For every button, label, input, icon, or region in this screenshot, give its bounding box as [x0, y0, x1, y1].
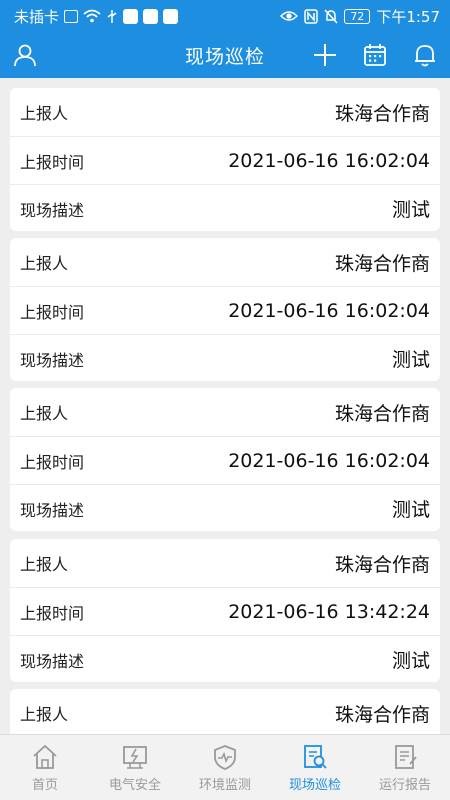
- reporter-row: 上报人 珠海合作商: [10, 238, 440, 286]
- status-left: 未插卡: [14, 6, 280, 27]
- tab-site-inspection[interactable]: 现场巡检: [270, 735, 360, 800]
- home-icon: [33, 744, 57, 769]
- report-time-label: 上报时间: [20, 302, 85, 322]
- tab-operation-report[interactable]: 运行报告: [360, 735, 450, 800]
- record-card[interactable]: 上报人 珠海合作商 上报时间 2021-06-16 13:42:24 现场描述 …: [10, 539, 440, 682]
- description-label: 现场描述: [20, 651, 85, 671]
- reporter-label: 上报人: [20, 104, 69, 123]
- record-card[interactable]: 上报人 珠海合作商 上报时间 2021-06-16 16:02:04 现场描述 …: [10, 238, 440, 381]
- tab-electric-safety[interactable]: 电气安全: [90, 735, 180, 800]
- add-button[interactable]: [311, 41, 339, 69]
- record-card[interactable]: 上报人 珠海合作商: [10, 689, 440, 734]
- description-row: 现场描述 测试: [10, 484, 440, 532]
- description-label: 现场描述: [20, 500, 85, 520]
- reporter-label: 上报人: [20, 254, 69, 273]
- status-bar: 未插卡 72 下午1:57: [0, 0, 450, 32]
- report-time-row: 上报时间 2021-06-16 16:02:04: [10, 286, 440, 334]
- report-time-row: 上报时间 2021-06-16 13:42:24: [10, 587, 440, 635]
- description-row: 现场描述 测试: [10, 184, 440, 232]
- shield-app-icon: [123, 8, 139, 24]
- tab-environment-monitoring-label: 环境监测: [198, 778, 251, 793]
- report-time-value: 2021-06-16 16:02:04: [228, 299, 430, 322]
- reporter-value: 珠海合作商: [334, 252, 430, 275]
- reporter-label: 上报人: [20, 555, 69, 574]
- carrier-text: 未插卡: [14, 7, 60, 26]
- clock-text: 下午1:57: [376, 7, 440, 26]
- report-time-value: 2021-06-16 16:02:04: [228, 149, 430, 172]
- reporter-label: 上报人: [20, 404, 69, 423]
- reporter-row: 上报人 珠海合作商: [10, 88, 440, 136]
- mail-app-icon: [143, 8, 159, 24]
- description-row: 现场描述 测试: [10, 635, 440, 683]
- tab-home-label: 首页: [31, 778, 58, 793]
- reporter-row: 上报人 珠海合作商: [10, 388, 440, 436]
- nfc-icon: [304, 8, 319, 24]
- app-header: 现场巡检: [0, 32, 450, 78]
- reporter-value: 珠海合作商: [334, 402, 430, 425]
- sim-icon: [64, 9, 79, 23]
- user-icon: [14, 44, 36, 67]
- reporter-value: 珠海合作商: [334, 102, 430, 125]
- description-label: 现场描述: [20, 200, 85, 220]
- calendar-button[interactable]: [361, 41, 389, 69]
- video-app-icon: [163, 8, 179, 24]
- record-card[interactable]: 上报人 珠海合作商 上报时间 2021-06-16 16:02:04 现场描述 …: [10, 388, 440, 531]
- reporter-value: 珠海合作商: [334, 703, 430, 726]
- notification-button[interactable]: [411, 41, 439, 69]
- bottom-tab-bar: 首页 电气安全 环境监测 现场巡检 运行报告: [0, 734, 450, 800]
- report-icon: [395, 745, 417, 769]
- battery-indicator: 72: [344, 8, 371, 24]
- reporter-value: 珠海合作商: [334, 553, 430, 576]
- eye-icon: [280, 11, 299, 21]
- plus-icon: [314, 44, 336, 66]
- mute-bell-icon: [324, 8, 338, 24]
- description-row: 现场描述 测试: [10, 334, 440, 382]
- reporter-row: 上报人 珠海合作商: [10, 539, 440, 587]
- reporter-row: 上报人 珠海合作商: [10, 689, 440, 734]
- description-value: 测试: [391, 199, 430, 221]
- record-card[interactable]: 上报人 珠海合作商 上报时间 2021-06-16 16:02:04 现场描述 …: [10, 88, 440, 231]
- report-time-label: 上报时间: [20, 152, 85, 172]
- description-value: 测试: [391, 650, 430, 672]
- inspect-icon: [304, 745, 327, 769]
- description-label: 现场描述: [20, 350, 85, 370]
- status-right: 72 下午1:57: [280, 6, 440, 27]
- usb-icon: [107, 9, 117, 23]
- tab-home[interactable]: 首页: [0, 735, 90, 800]
- monitor-icon: [214, 745, 236, 770]
- report-time-row: 上报时间 2021-06-16 16:02:04: [10, 436, 440, 484]
- reporter-label: 上报人: [20, 705, 69, 724]
- inspection-list[interactable]: 上报人 珠海合作商 上报时间 2021-06-16 16:02:04 现场描述 …: [0, 78, 450, 734]
- wifi-icon: [83, 9, 101, 23]
- description-value: 测试: [391, 349, 430, 371]
- tab-environment-monitoring[interactable]: 环境监测: [180, 735, 270, 800]
- bell-icon: [415, 45, 435, 67]
- tab-site-inspection-label: 现场巡检: [288, 778, 341, 793]
- electric-icon: [123, 746, 147, 769]
- tab-operation-report-label: 运行报告: [378, 778, 431, 793]
- user-button[interactable]: [11, 41, 39, 69]
- calendar-icon: [364, 44, 386, 66]
- report-time-label: 上报时间: [20, 452, 85, 472]
- description-value: 测试: [391, 499, 430, 521]
- tab-electric-safety-label: 电气安全: [108, 778, 161, 793]
- report-time-label: 上报时间: [20, 603, 85, 623]
- report-time-value: 2021-06-16 13:42:24: [228, 600, 430, 623]
- report-time-value: 2021-06-16 16:02:04: [228, 449, 430, 472]
- report-time-row: 上报时间 2021-06-16 16:02:04: [10, 136, 440, 184]
